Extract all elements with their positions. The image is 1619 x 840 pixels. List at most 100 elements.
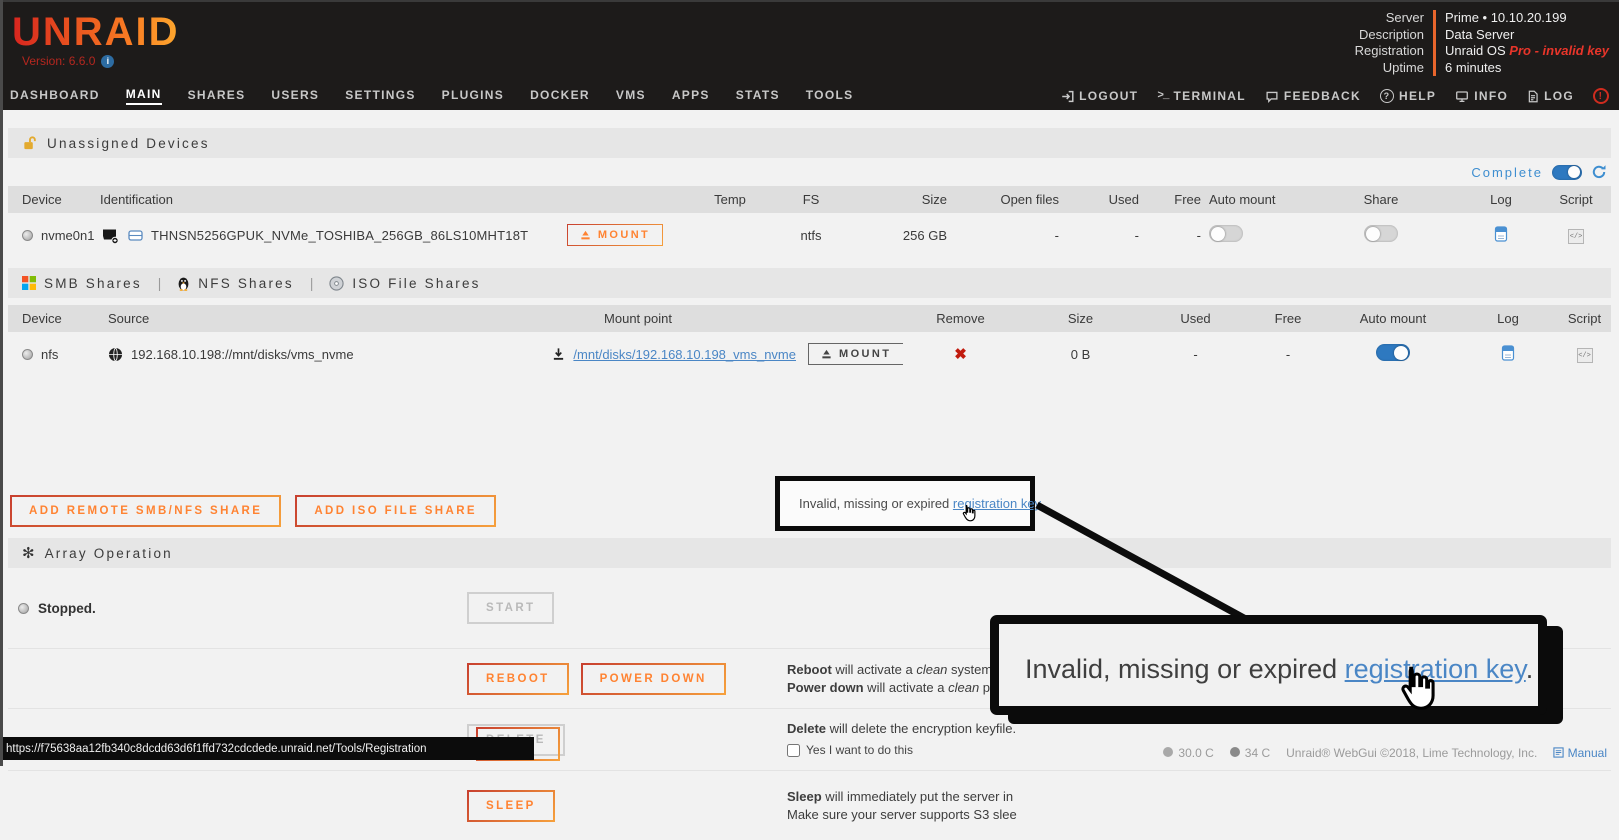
identification-cell: THNSN5256GPUK_NVMe_TOSHIBA_256GB_86LS10M… [100, 227, 545, 244]
temp-dot-icon [1163, 747, 1173, 757]
share-source: 192.168.10.198://mnt/disks/vms_nvme [131, 347, 354, 362]
unlock-icon [22, 135, 37, 151]
download-icon [552, 347, 565, 361]
complete-label: Complete [1471, 165, 1543, 180]
log-file-icon [1527, 90, 1539, 103]
remove-icon[interactable]: ✖ [954, 346, 967, 363]
nav-vms[interactable]: VMS [616, 88, 646, 104]
col-log: Log [1461, 192, 1541, 207]
col-free: Free [1139, 192, 1201, 207]
windows-icon [22, 276, 36, 290]
col-auto-mount: Auto mount [1201, 192, 1301, 207]
page-footer: 30.0 C 34 C Unraid® WebGui ©2018, Lime T… [1163, 743, 1607, 763]
nav-dashboard[interactable]: DASHBOARD [10, 88, 100, 104]
col-fs: FS [775, 192, 847, 207]
script-icon[interactable]: </> [1577, 348, 1593, 363]
help-button[interactable]: ? HELP [1380, 89, 1436, 103]
temp-reading: 30.0 C [1163, 746, 1213, 760]
alert-icon[interactable]: ! [1593, 88, 1609, 104]
nav-docker[interactable]: DOCKER [530, 88, 590, 104]
server-info-value: 6 minutes [1433, 60, 1609, 77]
share-toggle[interactable] [1364, 225, 1398, 242]
nav-settings[interactable]: SETTINGS [345, 88, 415, 104]
unassigned-table-header: Device Identification Temp FS Size Open … [8, 186, 1611, 213]
start-button[interactable]: START [467, 592, 554, 624]
add-remote-share-button[interactable]: ADD REMOTE SMB/NFS SHARE [10, 495, 281, 527]
nav-users[interactable]: USERS [271, 88, 319, 104]
script-icon[interactable]: </> [1568, 229, 1584, 244]
open-files-value: - [947, 228, 1059, 243]
tab-separator: | [304, 276, 320, 291]
shares-table-header: Device Source Mount point Remove Size Us… [8, 305, 1611, 332]
col-free: Free [1248, 311, 1328, 326]
hand-cursor-icon [959, 504, 977, 523]
globe-icon [108, 347, 123, 362]
complete-toggle[interactable] [1552, 165, 1582, 180]
log-button[interactable]: LOG [1527, 89, 1574, 103]
nav-apps[interactable]: APPS [672, 88, 710, 104]
status-url: https://f75638aa12fb340c8dcdd63d6f1ffd73… [6, 743, 427, 755]
feedback-button[interactable]: FEEDBACK [1265, 89, 1361, 103]
logout-button[interactable]: LOGOUT [1061, 89, 1138, 103]
server-info-panel: Server Prime • 10.10.20.199 Description … [1355, 10, 1609, 76]
nav-tabs: DASHBOARD MAIN SHARES USERS SETTINGS PLU… [10, 87, 853, 105]
tab-smb-shares[interactable]: SMB Shares [22, 276, 142, 291]
auto-mount-toggle[interactable] [1209, 225, 1243, 242]
add-iso-share-button[interactable]: ADD ISO FILE SHARE [295, 495, 496, 527]
nav-main[interactable]: MAIN [126, 87, 162, 105]
array-status-dot [18, 603, 29, 614]
unassigned-devices-header: Unassigned Devices [8, 128, 1611, 158]
device-cell: nvme0n1 [8, 228, 100, 243]
used-value: - [1059, 228, 1139, 243]
nav-tools[interactable]: TOOLS [806, 88, 854, 104]
shares-section-header: SMB Shares | NFS Shares | ISO File Share… [8, 268, 1611, 298]
free-value: - [1139, 228, 1201, 243]
col-mount-point: Mount point [468, 311, 808, 326]
help-icon: ? [1380, 89, 1394, 103]
info-button[interactable]: INFO [1455, 89, 1508, 103]
mount-point-link[interactable]: /mnt/disks/192.168.10.198_vms_nvme [573, 347, 796, 362]
terminal-button[interactable]: >_ TERMINAL [1157, 89, 1246, 103]
delete-confirm-checkbox[interactable] [787, 744, 800, 757]
nav-plugins[interactable]: PLUGINS [442, 88, 504, 104]
array-operation-header: ✻ Array Operation [8, 538, 1611, 568]
device-status-dot [22, 230, 33, 241]
mount-button[interactable]: MOUNT [567, 224, 663, 246]
col-identification: Identification [100, 192, 545, 207]
log-icon[interactable] [1494, 226, 1508, 242]
server-info-label: Description [1355, 27, 1433, 44]
mount-button[interactable]: MOUNT [808, 343, 903, 365]
invalid-key-text: Pro - invalid key [1509, 43, 1609, 58]
col-auto-mount: Auto mount [1328, 311, 1458, 326]
browser-status-bar: https://f75638aa12fb340c8dcdd63d6f1ffd73… [0, 737, 534, 760]
mount-icon [580, 230, 591, 241]
col-device: Device [8, 311, 108, 326]
col-size: Size [847, 192, 947, 207]
delete-confirm-label: Yes I want to do this [806, 741, 913, 759]
fs-value: ntfs [775, 228, 847, 243]
version-info-icon[interactable]: i [101, 55, 114, 68]
log-icon[interactable] [1501, 345, 1515, 361]
reboot-button[interactable]: REBOOT [467, 663, 569, 695]
manual-icon [1553, 747, 1564, 758]
nav-stats[interactable]: STATS [736, 88, 780, 104]
sleep-button[interactable]: SLEEP [467, 790, 555, 822]
tab-nfs-shares[interactable]: NFS Shares [177, 276, 294, 291]
auto-mount-toggle[interactable] [1376, 344, 1410, 361]
unraid-logo[interactable]: UNRAID [12, 12, 180, 52]
power-down-button[interactable]: POWER DOWN [581, 663, 726, 695]
temp-dot-icon [1230, 747, 1240, 757]
refresh-icon[interactable] [1591, 164, 1607, 180]
server-info-label: Registration [1355, 43, 1433, 60]
unraid-main-page: UNRAID Version: 6.6.0 i Server Prime • 1… [0, 0, 1619, 766]
monitor-icon [1455, 90, 1469, 103]
col-device: Device [8, 192, 100, 207]
device-identification[interactable]: THNSN5256GPUK_NVMe_TOSHIBA_256GB_86LS10M… [151, 228, 528, 243]
array-sleep-row: SLEEP Sleep will immediately put the ser… [8, 770, 1611, 840]
tab-iso-file-shares[interactable]: ISO File Shares [329, 276, 480, 291]
partition-icon [128, 229, 143, 242]
manual-link[interactable]: Manual [1553, 746, 1607, 760]
nav-shares[interactable]: SHARES [188, 88, 246, 104]
col-script: Script [1558, 311, 1611, 326]
size-value: 0 B [1018, 347, 1143, 362]
